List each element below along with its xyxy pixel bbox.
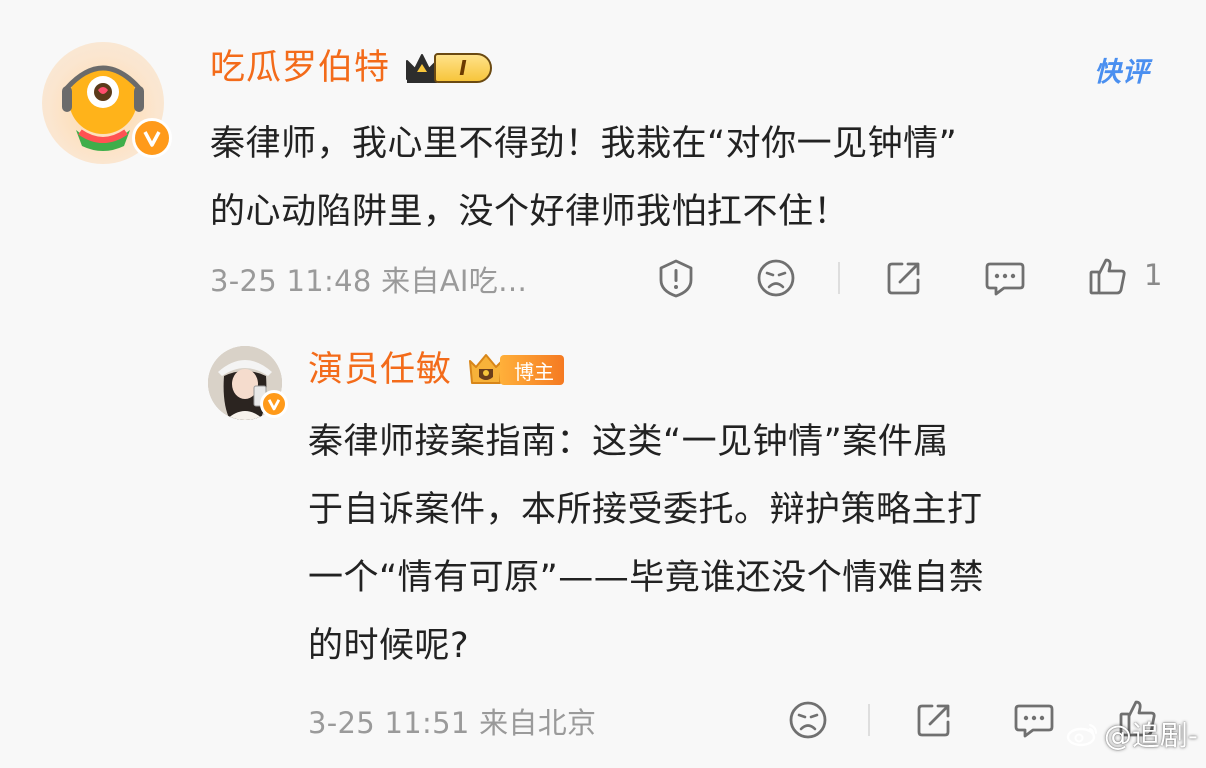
verified-icon: [260, 390, 288, 418]
comment-thread: 吃瓜罗伯特 I 快评 秦律师，我心里不得劲！我栽在“对你一见钟情” 的心动陷阱里…: [0, 0, 1206, 768]
comment-line: 秦律师，我心里不得劲！我栽在“对你一见钟情”: [210, 124, 958, 164]
divider: [868, 704, 870, 736]
username[interactable]: 吃瓜罗伯特: [210, 44, 390, 92]
comment-line: 的心动陷阱里，没个好律师我怕扛不住！: [210, 192, 850, 232]
reply-meta: 3-25 11:51 来自北京: [308, 706, 597, 740]
reply-text: 秦律师接案指南：这类“一见钟情”案件属 于自诉案件，本所接受委托。辩护策略主打 …: [308, 408, 1158, 680]
share-icon[interactable]: [912, 698, 956, 742]
dislike-icon[interactable]: [786, 698, 830, 742]
comment-icon[interactable]: [983, 256, 1027, 300]
comment-icon[interactable]: [1012, 698, 1056, 742]
level-label: I: [434, 53, 493, 83]
blogger-badge[interactable]: 博主: [464, 351, 565, 389]
level-badge[interactable]: I: [404, 51, 493, 85]
dislike-icon[interactable]: [754, 256, 798, 300]
watermark-text: @追剧-: [1103, 719, 1198, 752]
reply-username[interactable]: 演员任敏: [308, 346, 452, 394]
reply-line: 的时候呢?: [308, 626, 470, 666]
comment-header: 吃瓜罗伯特 I: [210, 44, 493, 92]
reply-avatar[interactable]: [208, 346, 288, 420]
avatar[interactable]: [42, 42, 172, 164]
watermark: @追剧-: [1066, 714, 1198, 754]
divider: [838, 262, 840, 294]
verified-icon: [132, 118, 172, 158]
reply-line: 秦律师接案指南：这类“一见钟情”案件属: [308, 422, 949, 462]
quick-review-label[interactable]: 快评: [1094, 50, 1150, 89]
comment-meta: 3-25 11:48 来自AI吃…: [210, 264, 528, 298]
weibo-logo-icon: [1066, 724, 1097, 747]
blogger-label: 博主: [500, 355, 565, 385]
comment-text: 秦律师，我心里不得劲！我栽在“对你一见钟情” 的心动陷阱里，没个好律师我怕扛不住…: [210, 110, 1170, 246]
report-icon[interactable]: [654, 256, 698, 300]
reply-line: 于自诉案件，本所接受委托。辩护策略主打: [308, 490, 983, 530]
share-icon[interactable]: [882, 256, 926, 300]
reply-line: 一个“情有可原”——毕竟谁还没个情难自禁: [308, 558, 985, 598]
like-count: 1: [1144, 258, 1163, 292]
like-icon[interactable]: [1086, 254, 1130, 298]
reply-header: 演员任敏 博主: [308, 346, 565, 394]
